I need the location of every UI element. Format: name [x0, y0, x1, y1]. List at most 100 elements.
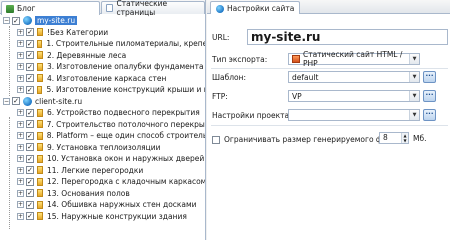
- limit-size-row[interactable]: Ограничивать размер генерируемого файла: [212, 135, 401, 144]
- checkbox-icon[interactable]: ✓: [26, 200, 34, 209]
- checkbox-icon[interactable]: ✓: [26, 39, 34, 48]
- category-icon: [37, 200, 43, 209]
- category-icon: [37, 143, 43, 152]
- category-icon: [37, 212, 43, 221]
- expand-icon[interactable]: +: [17, 166, 24, 174]
- expand-icon[interactable]: +: [17, 212, 24, 220]
- checkbox-icon[interactable]: ✓: [26, 154, 34, 163]
- checkbox-icon[interactable]: ✓: [26, 212, 34, 221]
- tree-item[interactable]: + ✓ 13. Основания полов: [0, 188, 205, 200]
- globe-icon: [216, 4, 224, 13]
- expand-icon[interactable]: +: [17, 74, 24, 82]
- template-browse-button[interactable]: ···: [423, 71, 436, 83]
- expand-icon[interactable]: +: [17, 178, 24, 186]
- expand-icon[interactable]: +: [17, 28, 24, 36]
- tree-item-label: 8. Platform – еще один способ строительс: [46, 131, 205, 141]
- export-type-icon: [292, 55, 300, 63]
- expand-icon[interactable]: +: [17, 143, 24, 151]
- category-icon: [37, 154, 43, 163]
- chevron-down-icon[interactable]: ▼: [409, 54, 419, 64]
- expand-icon[interactable]: +: [17, 51, 24, 59]
- tree-node-client-site[interactable]: − ✓ client-site.ru: [0, 96, 205, 108]
- ftp-select[interactable]: VP ▼: [288, 90, 420, 102]
- tab-static-pages[interactable]: Статические страницы: [101, 0, 205, 17]
- tree-item[interactable]: + ✓ 10. Установка окон и наружных дверей: [0, 153, 205, 165]
- expand-icon[interactable]: +: [17, 120, 24, 128]
- tab-blog-label: Блог: [17, 4, 36, 13]
- tree-item[interactable]: + ✓ 8. Platform – еще один способ строит…: [0, 130, 205, 142]
- tree-item[interactable]: + ✓ 6. Устройство подвесного перекрытия: [0, 107, 205, 119]
- tab-site-settings[interactable]: Настройки сайта: [210, 1, 301, 15]
- settings-form: URL: my-site.ru Тип экспорта: Статически…: [207, 14, 450, 240]
- template-select[interactable]: default ▼: [288, 71, 420, 83]
- category-tree: − ✓ my-site.ru + ✓ !Без Категории + ✓ 1.…: [0, 15, 205, 222]
- checkbox-icon[interactable]: ✓: [26, 120, 34, 129]
- expand-icon[interactable]: +: [17, 132, 24, 140]
- checkbox-icon[interactable]: ✓: [26, 166, 34, 175]
- expand-icon[interactable]: +: [17, 86, 24, 94]
- limit-size-unit: Мб.: [413, 134, 427, 143]
- tree-item[interactable]: + ✓ 4. Изготовление каркаса стен: [0, 73, 205, 85]
- limit-size-value: 8: [383, 133, 388, 142]
- tree-item-label: 5. Изготовление конструкций крыши и кров: [46, 85, 205, 95]
- checkbox-icon[interactable]: ✓: [26, 108, 34, 117]
- expand-icon[interactable]: +: [17, 201, 24, 209]
- spinner-icon[interactable]: ▲ ▼: [401, 133, 408, 143]
- tree-item[interactable]: + ✓ 2. Деревянные леса: [0, 50, 205, 62]
- tree-item[interactable]: + ✓ 12. Перегородка с кладочным каркасом: [0, 176, 205, 188]
- category-icon: [37, 166, 43, 175]
- template-value: default: [292, 72, 319, 82]
- checkbox-icon[interactable]: ✓: [12, 97, 20, 106]
- ftp-browse-button[interactable]: ···: [423, 90, 436, 102]
- tab-blog[interactable]: Блог: [1, 1, 100, 15]
- tree-item-label: 15. Наружные конструкции здания: [47, 211, 187, 221]
- expand-icon[interactable]: +: [17, 40, 24, 48]
- tree-item[interactable]: + ✓ 7. Строительство потолочного перекры…: [0, 119, 205, 131]
- tree-item-label: 4. Изготовление каркаса стен: [47, 73, 167, 83]
- checkbox-icon[interactable]: ✓: [26, 177, 34, 186]
- checkbox-icon[interactable]: ✓: [26, 189, 34, 198]
- checkbox-icon[interactable]: ✓: [26, 85, 34, 94]
- limit-size-checkbox[interactable]: [212, 135, 220, 144]
- export-type-select[interactable]: Статический сайт HTML / PHP ▼: [288, 50, 420, 68]
- expand-icon[interactable]: +: [17, 155, 24, 163]
- chevron-down-icon[interactable]: ▼: [409, 110, 419, 120]
- category-icon: [37, 51, 43, 60]
- expand-icon[interactable]: +: [17, 189, 24, 197]
- limit-size-stepper[interactable]: 8 ▲ ▼: [379, 132, 409, 144]
- category-icon: [37, 28, 43, 37]
- checkbox-icon[interactable]: ✓: [26, 28, 34, 37]
- chevron-down-icon[interactable]: ▼: [409, 72, 419, 82]
- category-icon: [36, 131, 43, 140]
- category-icon: [36, 39, 43, 48]
- tree-item[interactable]: + ✓ 1. Строительные пиломатериалы, крепе…: [0, 38, 205, 50]
- checkbox-icon[interactable]: ✓: [26, 143, 34, 152]
- divider: [211, 68, 448, 69]
- tree-node-my-site[interactable]: − ✓ my-site.ru: [0, 15, 205, 27]
- tree-item[interactable]: + ✓ !Без Категории: [0, 27, 205, 39]
- category-icon: [37, 108, 43, 117]
- collapse-icon[interactable]: −: [3, 97, 10, 105]
- expand-icon[interactable]: +: [17, 109, 24, 117]
- chevron-down-icon[interactable]: ▼: [409, 91, 419, 101]
- tree-item[interactable]: + ✓ 14. Обшивка наружных стен досками: [0, 199, 205, 211]
- checkbox-icon[interactable]: ✓: [26, 74, 34, 83]
- project-settings-browse-button[interactable]: ···: [423, 109, 436, 121]
- tree-item[interactable]: + ✓ 9. Установка теплоизоляции: [0, 142, 205, 154]
- tree-item-label: 1. Строительные пиломатериалы, крепежные: [46, 39, 205, 49]
- expand-icon[interactable]: +: [17, 63, 24, 71]
- tree-item[interactable]: + ✓ 15. Наружные конструкции здания: [0, 211, 205, 223]
- url-field[interactable]: my-site.ru: [247, 29, 448, 45]
- tree-item[interactable]: + ✓ 5. Изготовление конструкций крыши и …: [0, 84, 205, 96]
- tree-item[interactable]: + ✓ 3. Изготовление опалубки фундамента: [0, 61, 205, 73]
- checkbox-icon[interactable]: ✓: [26, 62, 34, 71]
- tree-item-label: 6. Устройство подвесного перекрытия: [47, 108, 200, 118]
- checkbox-icon[interactable]: ✓: [26, 131, 34, 140]
- tree-item[interactable]: + ✓ 11. Легкие перегородки: [0, 165, 205, 177]
- checkbox-icon[interactable]: ✓: [12, 16, 20, 25]
- tab-site-settings-label: Настройки сайта: [227, 4, 295, 13]
- collapse-icon[interactable]: −: [3, 17, 10, 25]
- checkbox-icon[interactable]: ✓: [26, 51, 34, 60]
- category-icon: [37, 62, 43, 71]
- project-settings-select[interactable]: ▼: [288, 109, 420, 121]
